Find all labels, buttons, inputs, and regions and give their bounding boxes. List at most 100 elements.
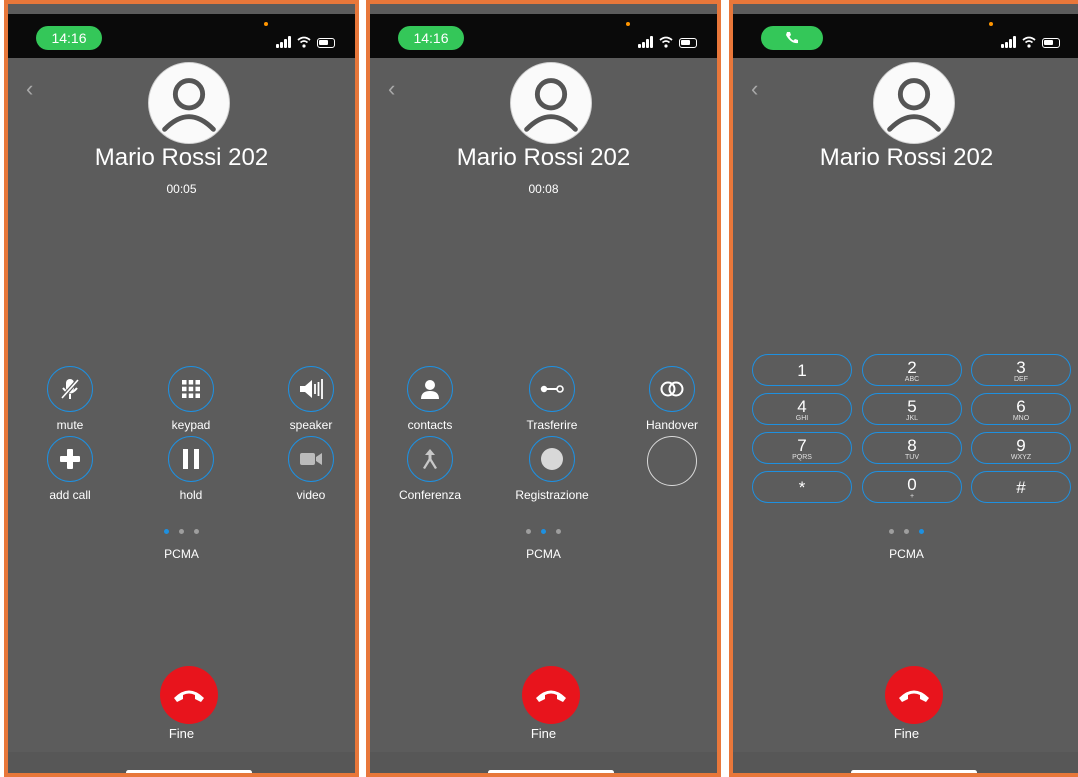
key-digit: 7 xyxy=(797,436,807,455)
codec-label: PCMA xyxy=(164,547,199,561)
dialpad-key[interactable]: 3 DEF xyxy=(971,354,1071,386)
back-chevron-icon[interactable]: ‹ xyxy=(26,76,33,102)
hangup-phone-icon xyxy=(174,690,204,702)
dialpad-key[interactable]: 5 JKL xyxy=(862,393,962,425)
dialpad-key[interactable]: 4 GHI xyxy=(752,393,852,425)
page-dot xyxy=(556,529,561,534)
end-call-button[interactable] xyxy=(522,666,580,724)
status-bar xyxy=(733,14,1078,58)
transfer-button[interactable]: Trasferire xyxy=(502,366,602,432)
caller-name: Mario Rossi 202 xyxy=(456,144,631,171)
video-button[interactable]: video xyxy=(261,436,355,502)
speaker-button[interactable]: speaker xyxy=(261,366,355,432)
add-call-label: add call xyxy=(49,488,91,502)
page-dot xyxy=(541,529,546,534)
handover-button[interactable]: Handover xyxy=(622,366,717,432)
wifi-icon xyxy=(297,36,311,48)
phone-icon xyxy=(786,32,798,44)
battery-icon xyxy=(1042,38,1060,48)
page-indicator[interactable] xyxy=(8,521,355,539)
page-dot xyxy=(164,529,169,534)
wifi-icon xyxy=(1022,36,1036,48)
add-call-button[interactable]: add call xyxy=(20,436,120,502)
key-letters: PQRS xyxy=(792,454,812,461)
dialpad-key[interactable]: 2 ABC xyxy=(862,354,962,386)
page-dot xyxy=(889,529,894,534)
status-bar: 14:16 xyxy=(370,14,717,58)
key-letters: TUV xyxy=(905,454,919,461)
end-call-label: Fine xyxy=(530,726,557,741)
key-digit: 1 xyxy=(797,361,807,380)
back-chevron-icon[interactable]: ‹ xyxy=(388,76,395,102)
page-indicator[interactable] xyxy=(370,521,717,539)
speaker-label: speaker xyxy=(289,418,333,432)
empty-slot-button[interactable] xyxy=(622,436,717,486)
hold-button[interactable]: hold xyxy=(141,436,241,502)
keypad-label: keypad xyxy=(171,418,211,432)
cellular-signal-icon xyxy=(276,36,291,48)
dialpad-key[interactable]: # xyxy=(971,471,1071,503)
video-label: video xyxy=(296,488,326,502)
key-digit: * xyxy=(798,478,806,497)
empty-circle xyxy=(647,436,697,486)
key-digit: 3 xyxy=(1016,358,1026,377)
active-call-indicator[interactable] xyxy=(761,26,823,50)
page-dot xyxy=(526,529,531,534)
plus-icon xyxy=(60,449,80,469)
end-call-button[interactable] xyxy=(885,666,943,724)
dialpad-key[interactable]: 1 xyxy=(752,354,852,386)
conference-button[interactable]: Conferenza xyxy=(380,436,480,502)
key-letters: JKL xyxy=(905,415,919,422)
key-digit: 4 xyxy=(797,397,807,416)
keypad-button[interactable]: keypad xyxy=(141,366,241,432)
status-time[interactable]: 14:16 xyxy=(36,26,102,50)
home-indicator[interactable] xyxy=(126,770,252,773)
back-chevron-icon[interactable]: ‹ xyxy=(751,76,758,102)
caller-name: Mario Rossi 202 xyxy=(94,144,269,171)
mute-button[interactable]: mute xyxy=(20,366,120,432)
avatar-placeholder-icon xyxy=(873,62,955,144)
avatar-placeholder-icon xyxy=(510,62,592,144)
call-screen-dialpad: ‹ Mario Rossi 202 1 2 ABC 3 DEF 4 GHI 5 JKL … xyxy=(729,0,1078,777)
dialpad-key[interactable]: * xyxy=(752,471,852,503)
codec-label: PCMA xyxy=(889,547,924,561)
dialpad-key[interactable]: 9 WXYZ xyxy=(971,432,1071,464)
hangup-phone-icon xyxy=(899,690,929,702)
wifi-icon xyxy=(659,36,673,48)
dialpad-key[interactable]: 6 MNO xyxy=(971,393,1071,425)
call-screen-controls: 14:16 ‹ Mario Rossi 202 00:05 mute keypa… xyxy=(4,0,359,777)
status-time[interactable]: 14:16 xyxy=(398,26,464,50)
handover-label: Handover xyxy=(645,418,699,432)
transfer-label: Trasferire xyxy=(526,418,578,432)
dialpad-key[interactable]: 8 TUV xyxy=(862,432,962,464)
record-button[interactable]: Registrazione xyxy=(502,436,602,502)
avatar-placeholder-icon xyxy=(148,62,230,144)
keypad-grid-icon xyxy=(182,380,200,398)
caller-name: Mario Rossi 202 xyxy=(819,144,994,171)
dialpad-key[interactable]: 0 + xyxy=(862,471,962,503)
cellular-signal-icon xyxy=(1001,36,1016,48)
page-dot xyxy=(919,529,924,534)
key-digit: 2 xyxy=(907,358,917,377)
mic-off-icon xyxy=(60,378,80,400)
key-digit: 8 xyxy=(907,436,917,455)
hold-label: hold xyxy=(179,488,203,502)
contacts-button[interactable]: contacts xyxy=(380,366,480,432)
codec-label: PCMA xyxy=(526,547,561,561)
mic-indicator-dot xyxy=(264,22,268,26)
call-screen-more-options: 14:16 ‹ Mario Rossi 202 00:08 contacts T… xyxy=(366,0,721,777)
page-dot xyxy=(179,529,184,534)
end-call-label: Fine xyxy=(168,726,195,741)
home-indicator[interactable] xyxy=(851,770,977,773)
cellular-signal-icon xyxy=(638,36,653,48)
page-indicator[interactable] xyxy=(733,521,1078,539)
mic-indicator-dot xyxy=(989,22,993,26)
battery-icon xyxy=(317,38,335,48)
speaker-icon xyxy=(300,379,323,399)
dialpad-key[interactable]: 7 PQRS xyxy=(752,432,852,464)
call-timer: 00:08 xyxy=(528,182,559,196)
key-letters: ABC xyxy=(904,376,920,383)
video-camera-icon xyxy=(300,453,322,465)
home-indicator[interactable] xyxy=(488,770,614,773)
end-call-button[interactable] xyxy=(160,666,218,724)
